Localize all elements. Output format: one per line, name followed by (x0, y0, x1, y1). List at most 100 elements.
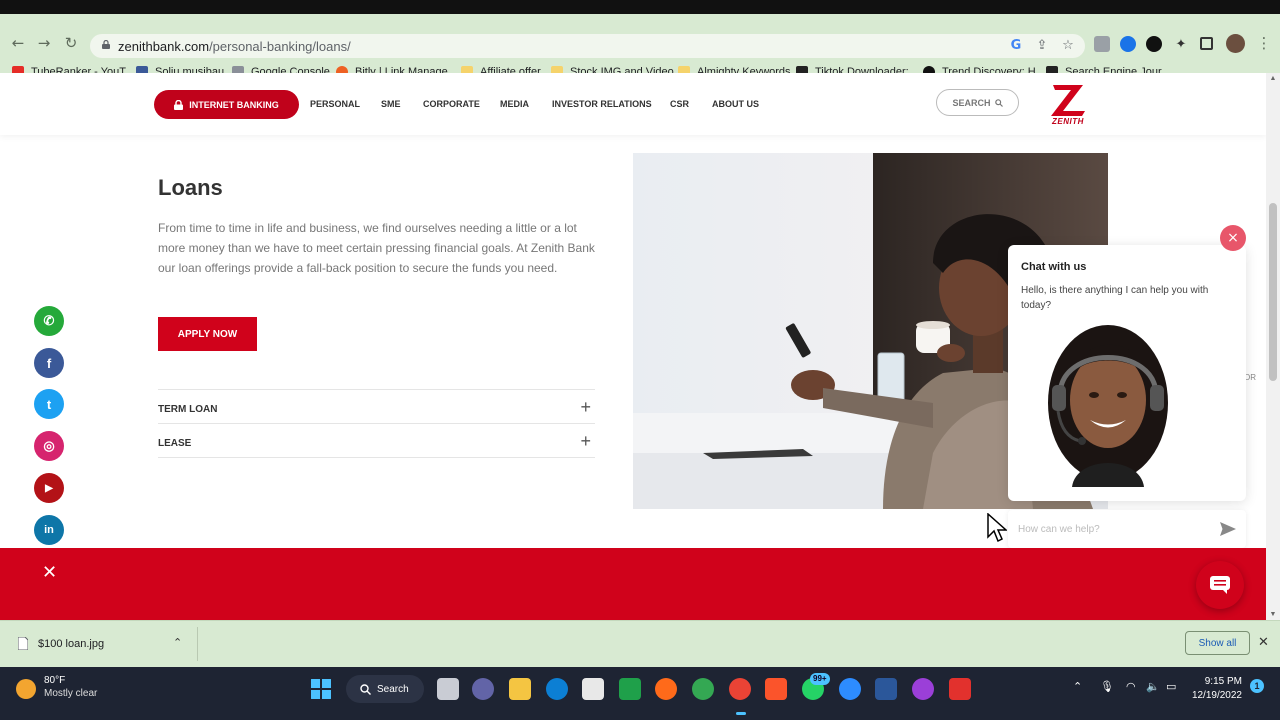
firefox-icon[interactable] (655, 678, 677, 700)
youtube-icon[interactable]: ▶ (34, 473, 64, 503)
zenith-logo[interactable]: ZENITH (1049, 83, 1087, 127)
padlock-icon (174, 99, 184, 110)
volume-icon[interactable]: 🔈 (1146, 680, 1160, 693)
apply-now-button[interactable]: APPLY NOW (158, 317, 257, 351)
system-clock[interactable]: 9:15 PM 12/19/2022 (1188, 675, 1242, 703)
forward-icon[interactable]: → (36, 35, 52, 51)
active-app-indicator (736, 712, 746, 715)
weather-widget[interactable]: 80°F Mostly clear (16, 675, 97, 699)
nav-investor-relations[interactable]: INVESTOR RELATIONS (552, 99, 652, 109)
downloads-bar: $100 loan.jpg ⌃ Show all ✕ (0, 620, 1280, 667)
accordion-divider (158, 457, 595, 458)
menu-dots-icon[interactable]: ⋮ (1256, 35, 1272, 51)
app-icon[interactable] (949, 678, 971, 700)
scrollbar-thumb[interactable] (1269, 203, 1277, 381)
page-scrollbar[interactable]: ▲ ▼ (1266, 73, 1280, 620)
instagram-icon[interactable]: ◎ (34, 431, 64, 461)
edge-icon[interactable] (546, 678, 568, 700)
accordion-label: LEASE (158, 438, 192, 449)
youtube-glyph: ▶ (45, 482, 53, 494)
search-icon (994, 98, 1003, 107)
reload-icon[interactable]: ↻ (63, 35, 79, 51)
nav-sme[interactable]: SME (381, 99, 401, 109)
download-options-chevron-icon[interactable]: ⌃ (173, 636, 182, 649)
chrome-active-icon[interactable] (729, 678, 751, 700)
taskbar-search[interactable]: Search (346, 675, 424, 703)
search-label: SEARCH (952, 97, 991, 108)
chat-greeting: Hello, is there anything I can help you … (1021, 285, 1209, 311)
notification-badge[interactable]: 1 (1250, 679, 1264, 693)
expand-plus-icon[interactable]: + (580, 398, 591, 416)
google-icon[interactable]: G (1008, 38, 1024, 54)
chat-input-box[interactable] (1008, 510, 1246, 548)
screen: ← → ↻ zenithbank.com/personal-banking/lo… (0, 0, 1280, 720)
tray-overflow-chevron-icon[interactable]: ⌃ (1073, 680, 1082, 693)
address-bar[interactable]: zenithbank.com/personal-banking/loans/ G… (90, 34, 1085, 58)
puzzle-icon[interactable]: ✦ (1173, 36, 1189, 52)
extension-icon[interactable] (1120, 36, 1136, 52)
send-icon[interactable] (1219, 521, 1237, 537)
task-view-icon[interactable] (437, 678, 459, 700)
zoom-icon[interactable] (839, 678, 861, 700)
accordion-term-loan[interactable]: TERM LOAN + (158, 389, 595, 423)
linkedin-icon[interactable]: in (34, 515, 64, 545)
instagram-glyph: ◎ (43, 438, 55, 453)
microsoft-store-icon[interactable] (582, 678, 604, 700)
scroll-down-icon[interactable]: ▼ (1269, 611, 1277, 618)
chat-close-button[interactable]: × (1220, 225, 1246, 251)
brave-icon[interactable] (765, 678, 787, 700)
moon-weather-icon (16, 679, 36, 699)
whatsapp-icon[interactable]: ✆ (34, 306, 64, 336)
camtasia-icon[interactable] (619, 678, 641, 700)
nav-csr[interactable]: CSR (670, 99, 689, 109)
back-icon[interactable]: ← (10, 35, 26, 51)
battery-icon[interactable]: ▭ (1166, 680, 1176, 693)
download-item[interactable]: $100 loan.jpg (18, 637, 104, 650)
nav-media[interactable]: MEDIA (500, 99, 529, 109)
expand-plus-icon[interactable]: + (580, 432, 591, 450)
side-panel-icon[interactable] (1200, 37, 1213, 50)
chat-message-input[interactable] (1018, 520, 1208, 538)
nav-personal[interactable]: PERSONAL (310, 99, 360, 109)
profile-avatar[interactable] (1226, 34, 1245, 53)
screen-recorder-icon[interactable] (912, 678, 934, 700)
chat-panel: Chat with us Hello, is there anything I … (1008, 245, 1246, 501)
accordion-lease[interactable]: LEASE + (158, 423, 595, 457)
facebook-icon[interactable]: f (34, 348, 64, 378)
extension-icon[interactable] (1146, 36, 1162, 52)
chrome-icon[interactable] (692, 678, 714, 700)
chat-launcher-button[interactable] (1196, 561, 1244, 609)
clock-time: 9:15 PM (1204, 676, 1242, 687)
downloads-close-icon[interactable]: ✕ (1258, 635, 1269, 650)
site-search-button[interactable]: SEARCH (936, 89, 1019, 116)
internet-banking-button[interactable]: INTERNET BANKING (154, 90, 299, 119)
internet-banking-label: INTERNET BANKING (189, 99, 279, 110)
bookmark-star-icon[interactable]: ☆ (1060, 38, 1076, 54)
file-icon (18, 637, 28, 650)
weather-temperature: 80°F (44, 675, 66, 686)
zenith-z-mark-icon (1051, 85, 1085, 116)
logo-wordmark: ZENITH (1052, 117, 1084, 126)
scroll-up-icon[interactable]: ▲ (1269, 75, 1277, 82)
web-page: INTERNET BANKING PERSONAL SME CORPORATE … (0, 73, 1266, 620)
twitter-icon[interactable]: t (34, 389, 64, 419)
window-top-strip (0, 0, 1280, 14)
share-icon[interactable]: ⇪ (1034, 38, 1050, 54)
clock-date: 12/19/2022 (1191, 690, 1242, 701)
teams-chat-icon[interactable] (472, 678, 494, 700)
facebook-glyph: f (46, 355, 52, 371)
extension-icon[interactable] (1094, 36, 1110, 52)
banner-close-icon[interactable]: ✕ (42, 562, 57, 583)
microphone-icon[interactable]: 🎙 (1100, 680, 1114, 693)
windows-start-icon[interactable] (310, 678, 332, 700)
show-all-button[interactable]: Show all (1185, 631, 1250, 655)
twitter-glyph: t (46, 396, 52, 412)
browser-chrome: ← → ↻ zenithbank.com/personal-banking/lo… (0, 14, 1280, 78)
file-explorer-icon[interactable] (509, 678, 531, 700)
word-icon[interactable] (875, 678, 897, 700)
wifi-icon[interactable]: ◠ (1126, 680, 1136, 693)
mouse-pointer-icon (987, 513, 1007, 543)
windows-taskbar: 80°F Mostly clear Search 99+ ⌃ 🎙 ◠ 🔈 ▭ 9… (0, 667, 1280, 720)
nav-corporate[interactable]: CORPORATE (423, 99, 480, 109)
nav-about-us[interactable]: ABOUT US (712, 99, 759, 109)
